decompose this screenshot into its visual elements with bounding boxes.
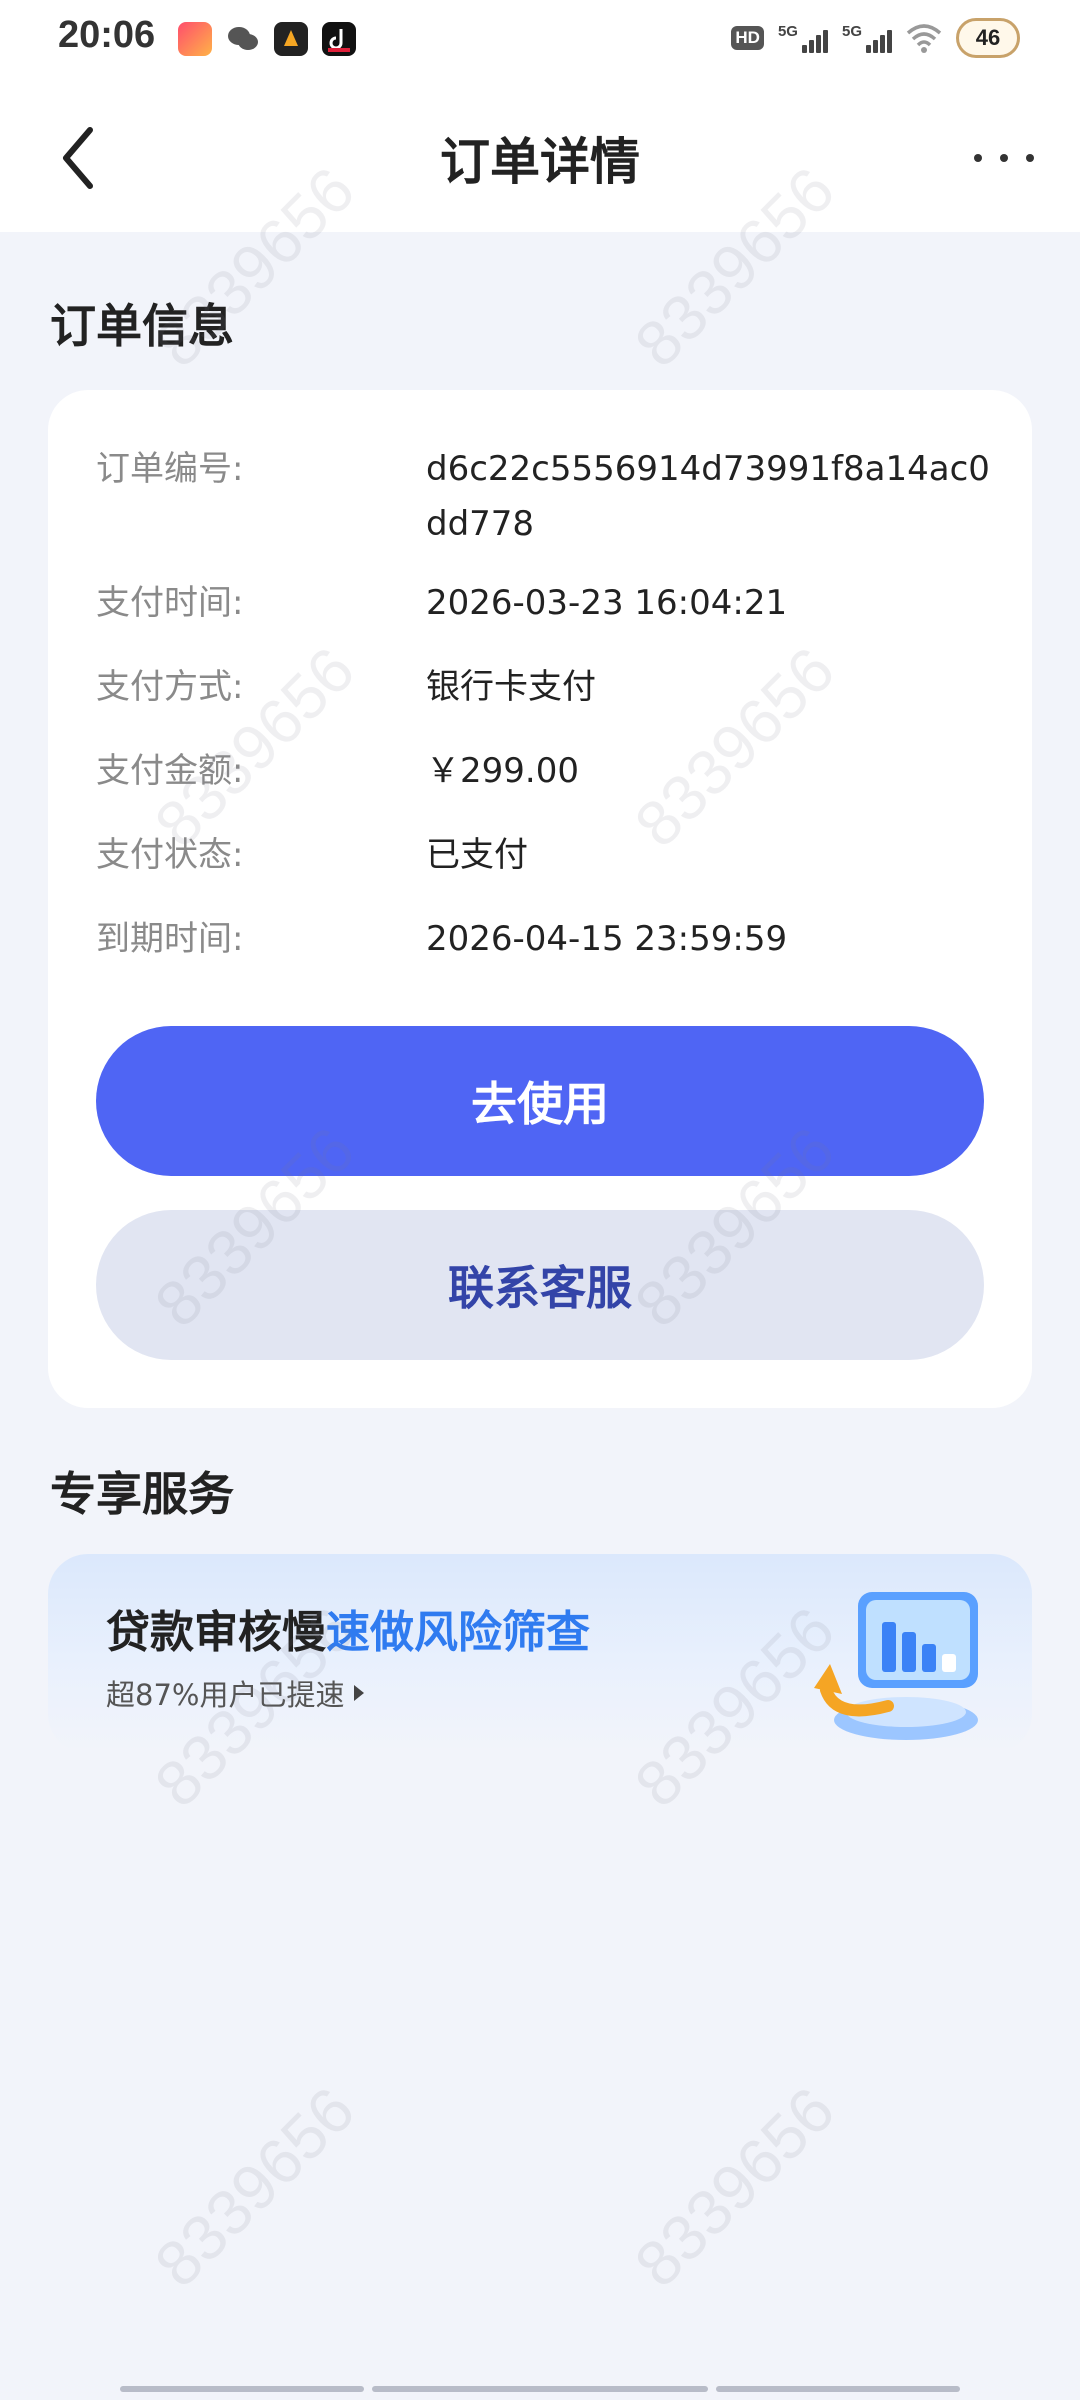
banner-subtitle: 超87%用户已提速 <box>106 1672 365 1714</box>
triangle-right-icon <box>354 1685 365 1701</box>
more-dot-icon <box>1026 154 1034 162</box>
expiry-time-label: 到期时间: <box>96 919 244 959</box>
payment-status-value: 已支付 <box>426 835 528 875</box>
more-dot-icon <box>1000 154 1008 162</box>
banner-title-plain: 贷款审核慢 <box>106 1607 326 1658</box>
payment-time-label: 支付时间: <box>96 583 244 623</box>
more-options-button[interactable] <box>974 138 1034 178</box>
order-info-heading: 订单信息 <box>50 299 234 353</box>
notification-app-icons <box>178 22 356 56</box>
order-number-label: 订单编号: <box>96 449 244 489</box>
navigation-bar: 订单详情 <box>0 80 1080 232</box>
gesture-bar-segment <box>716 2386 960 2392</box>
payment-amount-value: ￥299.00 <box>426 751 579 791</box>
game-app-icon <box>274 22 308 56</box>
gesture-bar-segment <box>120 2386 364 2392</box>
banner-title-highlight: 速做风险筛查 <box>326 1607 590 1658</box>
order-number-value: d6c22c5556914d73991f8a14ac0dd778 <box>426 449 990 544</box>
expiry-time-value: 2026-04-15 23:59:59 <box>426 919 788 959</box>
hd-voice-icon: HD <box>731 26 764 50</box>
more-dot-icon <box>974 154 982 162</box>
battery-icon: 46 <box>956 18 1020 58</box>
order-number-row: 订单编号: d6c22c5556914d73991f8a14ac0dd778 <box>96 442 992 552</box>
status-time: 20:06 <box>58 14 156 56</box>
payment-method-value: 银行卡支付 <box>426 667 596 707</box>
payment-status-label: 支付状态: <box>96 835 244 875</box>
chart-growth-illustration-icon <box>814 1592 978 1740</box>
banner-subtitle-text: 超87%用户已提速 <box>106 1678 345 1712</box>
watermark: 8339656 <box>141 2073 369 2301</box>
use-now-button[interactable]: 去使用 <box>96 1026 984 1176</box>
status-bar: 20:06 HD 5G 5G 46 <box>0 0 1080 80</box>
cellular-signal-icon-2: 5G <box>842 23 892 53</box>
wifi-icon <box>906 24 942 53</box>
order-info-card: 订单编号: d6c22c5556914d73991f8a14ac0dd778 支… <box>48 390 1032 1408</box>
douyin-app-icon <box>322 22 356 56</box>
system-icons: HD 5G 5G 46 <box>731 18 1020 58</box>
gesture-bar-segment <box>372 2386 708 2392</box>
payment-method-label: 支付方式: <box>96 667 244 707</box>
risk-screening-banner[interactable]: 贷款审核慢速做风险筛查 超87%用户已提速 <box>48 1554 1032 1754</box>
page-title: 订单详情 <box>440 133 640 191</box>
payment-time-value: 2026-03-23 16:04:21 <box>426 583 788 623</box>
meitu-app-icon <box>178 22 212 56</box>
contact-support-button[interactable]: 联系客服 <box>96 1210 984 1360</box>
cellular-signal-icon: 5G <box>778 23 828 53</box>
watermark: 8339656 <box>621 2073 849 2301</box>
exclusive-service-heading: 专享服务 <box>50 1467 234 1521</box>
banner-title: 贷款审核慢速做风险筛查 <box>106 1596 590 1660</box>
payment-amount-label: 支付金额: <box>96 751 244 791</box>
wechat-app-icon <box>226 22 260 56</box>
